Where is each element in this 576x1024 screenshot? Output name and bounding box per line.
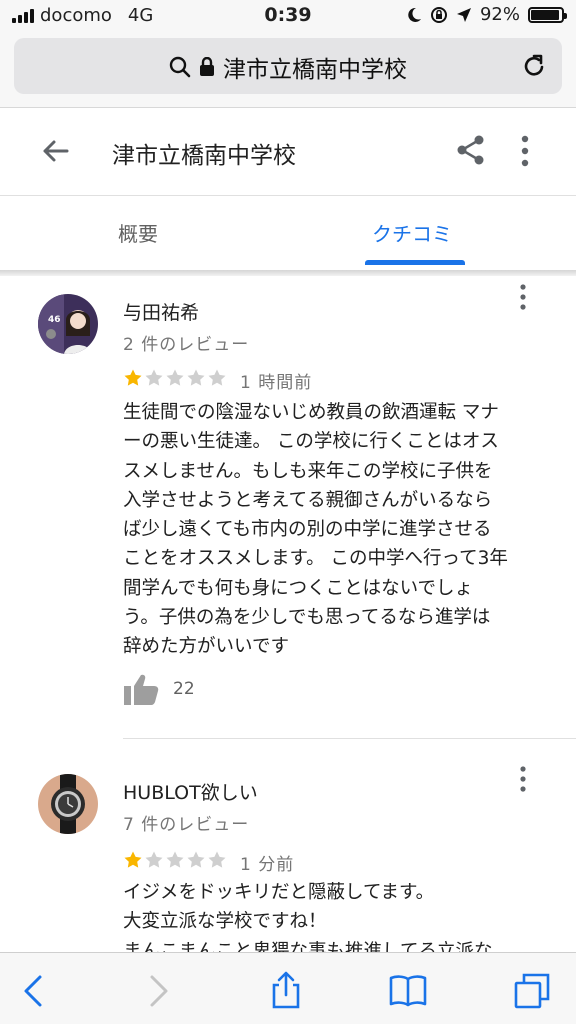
star-empty-icon <box>208 369 226 386</box>
review-text: 生徒間での陰湿ないじめ教員の飲酒運転 マナ ーの悪い生徒達。 この学校に行くこと… <box>123 402 508 658</box>
like-count: 22 <box>173 679 195 699</box>
reviewer-name[interactable]: HUBLOT欲しい <box>123 778 258 805</box>
reviewer-avatar[interactable]: 46 <box>38 294 98 354</box>
location-arrow-icon <box>456 7 471 22</box>
review-time: 1 分前 <box>240 855 295 875</box>
moon-icon <box>408 7 421 22</box>
reload-icon[interactable] <box>520 52 548 80</box>
tab-reviews[interactable]: クチコミ <box>372 218 452 247</box>
star-empty-icon <box>166 369 184 386</box>
browser-bottom-toolbar <box>0 952 576 1024</box>
place-title: 津市立橋南中学校 <box>112 143 296 169</box>
review-count: 2 件のレビュー <box>123 335 250 355</box>
star-empty-icon <box>145 851 163 868</box>
star-empty-icon <box>166 851 184 868</box>
review-divider <box>123 738 576 739</box>
back-icon[interactable] <box>14 971 54 1011</box>
thumbs-up-icon <box>124 674 159 705</box>
battery-icon <box>528 6 567 23</box>
tab-divider <box>0 270 576 276</box>
star-filled-icon <box>124 851 142 868</box>
star-empty-icon <box>187 369 205 386</box>
forward-icon[interactable] <box>138 971 178 1011</box>
star-rating <box>123 850 227 870</box>
star-empty-icon <box>145 369 163 386</box>
back-arrow-icon[interactable] <box>40 136 70 166</box>
tab-bar: 概要 クチコミ <box>0 196 576 270</box>
star-empty-icon <box>187 851 205 868</box>
review-more-icon[interactable] <box>512 764 534 794</box>
lock-icon <box>200 57 214 76</box>
review-more-icon[interactable] <box>512 282 534 312</box>
status-right: 92% <box>406 4 567 25</box>
rotation-lock-icon <box>430 6 447 23</box>
url-text: 津市立橋南中学校 <box>223 57 407 83</box>
like-button[interactable]: 22 <box>123 672 195 706</box>
reviewer-name[interactable]: 与田祐希 <box>123 298 199 325</box>
star-rating <box>123 368 227 388</box>
active-tab-indicator <box>365 260 465 265</box>
place-header: 津市立橋南中学校 <box>0 108 576 196</box>
review-count: 7 件のレビュー <box>123 815 250 835</box>
bookmarks-icon[interactable] <box>388 971 428 1011</box>
address-display[interactable]: 津市立橋南中学校 <box>14 50 562 84</box>
star-empty-icon <box>208 851 226 868</box>
review-time: 1 時間前 <box>240 373 313 393</box>
address-bar[interactable]: 津市立橋南中学校 <box>14 38 562 94</box>
battery-percent: 92% <box>479 4 520 25</box>
search-icon <box>169 56 191 78</box>
status-bar: docomo 4G 0:39 92% <box>0 0 576 32</box>
reviewer-avatar[interactable] <box>38 774 98 834</box>
avatar-badge: 46 <box>48 315 61 325</box>
tab-overview[interactable]: 概要 <box>118 218 158 247</box>
share-sheet-icon[interactable] <box>266 971 306 1011</box>
browser-toolbar: 津市立橋南中学校 <box>0 32 576 108</box>
share-icon[interactable] <box>455 134 487 166</box>
star-filled-icon <box>124 369 142 386</box>
tabs-icon[interactable] <box>512 971 552 1011</box>
more-vert-icon[interactable] <box>514 134 536 168</box>
